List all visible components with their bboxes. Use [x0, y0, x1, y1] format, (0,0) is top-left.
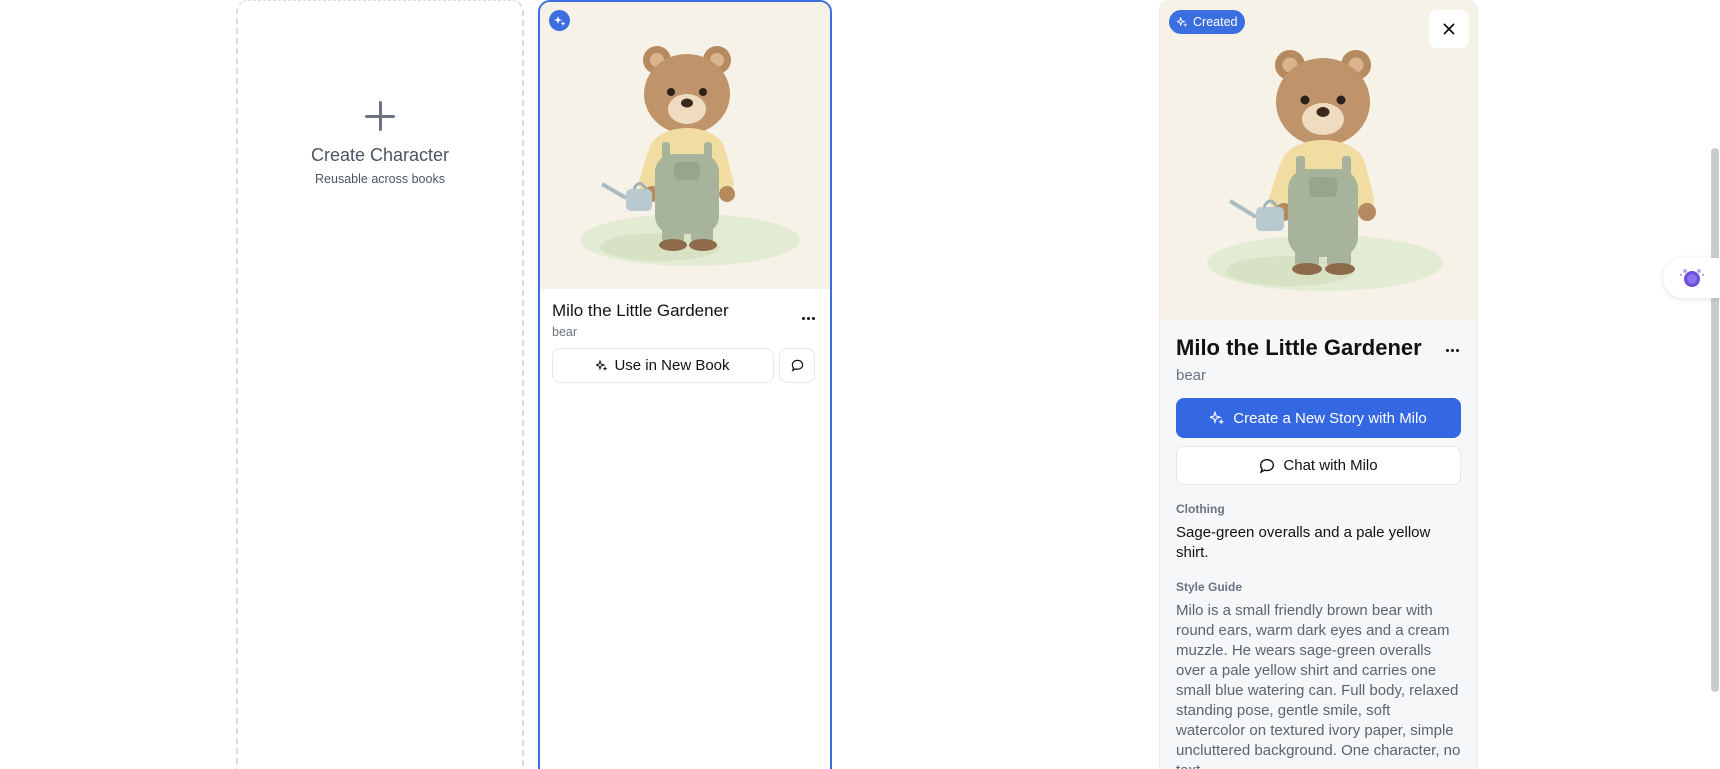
- chat-with-character-button[interactable]: Chat with Milo: [1176, 446, 1461, 485]
- clothing-text: Sage-green overalls and a pale yellow sh…: [1176, 524, 1431, 561]
- create-character-title: Create Character: [310, 145, 450, 165]
- detail-character-name: Milo the Little Gardener: [1176, 335, 1422, 360]
- style-guide-label: Style Guide: [1176, 580, 1243, 594]
- detail-body: Milo the Little Gardener bear Create a N…: [1160, 319, 1477, 769]
- style-guide-text: Milo is a small friendly brown bear with…: [1176, 602, 1461, 769]
- detail-character-image: Created: [1160, 1, 1477, 319]
- scrollbar[interactable]: [1711, 148, 1719, 692]
- clothing-label: Clothing: [1176, 502, 1225, 516]
- assistant-icon: [1679, 269, 1705, 287]
- close-icon: [1443, 23, 1455, 35]
- created-badge-label: Created: [1193, 15, 1238, 29]
- chat-with-character-label: Chat with Milo: [1283, 457, 1378, 474]
- more-icon: [811, 316, 815, 320]
- chat-button[interactable]: [779, 348, 815, 383]
- assistant-button[interactable]: [1663, 258, 1720, 298]
- use-in-new-book-label: Use in New Book: [614, 357, 730, 374]
- character-card[interactable]: Milo the Little Gardener bear Use in New…: [538, 0, 832, 769]
- more-icon: [806, 316, 810, 320]
- characters-page: Create Character Reusable across books M…: [0, 0, 1720, 769]
- chat-bubble-icon: [1260, 458, 1275, 474]
- sparkle-icon: [596, 359, 608, 371]
- character-detail-panel: Created Milo the Little Gardener bear Cr…: [1159, 0, 1478, 769]
- create-new-story-button[interactable]: Create a New Story with Milo: [1176, 398, 1461, 438]
- created-badge: Created: [1169, 10, 1246, 34]
- more-icon: [1451, 349, 1454, 352]
- more-icon: [1456, 349, 1459, 352]
- chat-bubble-icon: [791, 359, 803, 372]
- detail-more-options-button[interactable]: [1446, 349, 1459, 352]
- sparkle-icon: [1177, 16, 1188, 27]
- sparkle-badge: [549, 10, 570, 31]
- create-character-card[interactable]: Create Character Reusable across books: [236, 0, 524, 769]
- character-card-body: Milo the Little Gardener bear Use in New…: [540, 289, 830, 395]
- bear-illustration: [1207, 50, 1443, 291]
- use-in-new-book-button[interactable]: Use in New Book: [552, 348, 774, 383]
- more-options-button[interactable]: [798, 311, 818, 325]
- bear-illustration: [580, 46, 800, 266]
- sparkle-icon: [553, 15, 565, 26]
- plus-icon: [365, 101, 395, 131]
- create-character-content: Create Character Reusable across books: [238, 101, 522, 186]
- more-icon: [1446, 349, 1449, 352]
- character-name: Milo the Little Gardener: [552, 301, 729, 320]
- close-button[interactable]: [1429, 10, 1469, 48]
- character-image: [540, 2, 830, 289]
- create-new-story-label: Create a New Story with Milo: [1233, 409, 1427, 427]
- create-character-subtitle: Reusable across books: [315, 172, 445, 186]
- detail-character-type: bear: [1176, 367, 1207, 384]
- character-type: bear: [552, 325, 578, 339]
- more-icon: [801, 316, 805, 320]
- card-actions: Use in New Book: [552, 348, 818, 383]
- sparkle-icon: [1210, 410, 1225, 425]
